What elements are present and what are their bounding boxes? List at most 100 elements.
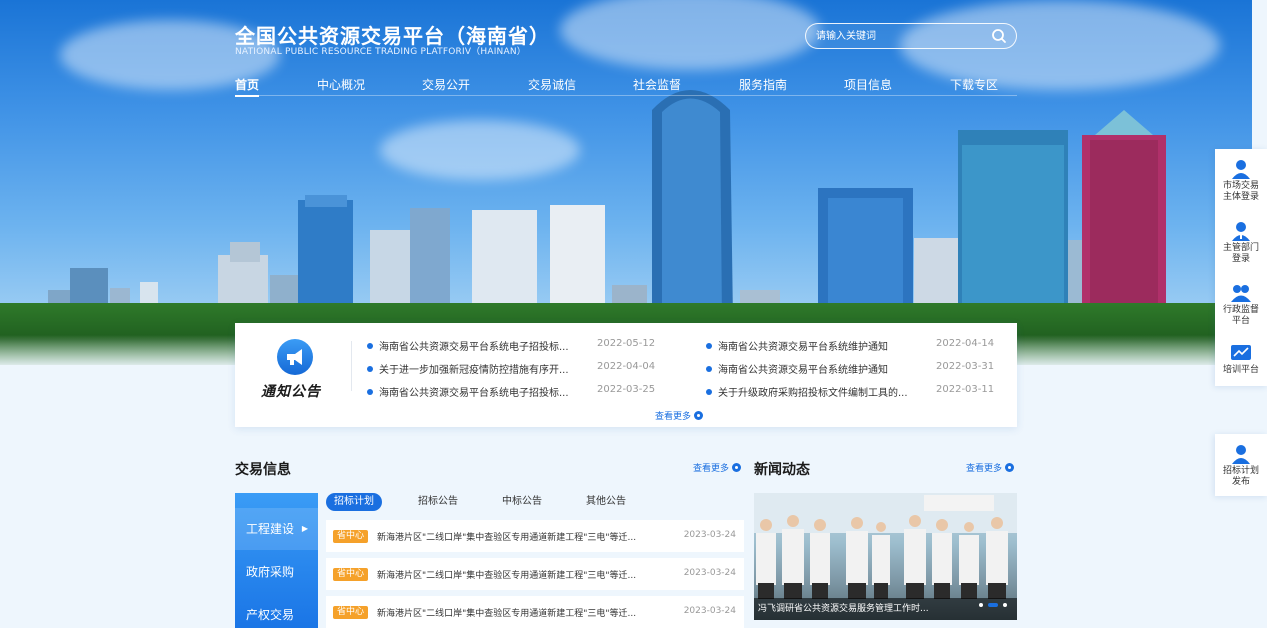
- tab-award-notice[interactable]: 中标公告: [494, 493, 550, 511]
- more-label[interactable]: 查看更多: [693, 464, 729, 474]
- notice-item[interactable]: 海南省公共资源交易平台系统维护通知 2022-04-14: [706, 337, 1006, 355]
- carousel-dot[interactable]: [1003, 603, 1007, 607]
- trade-row[interactable]: 省中心 新海港片区"二线口岸"集中查验区专用通道新建工程"三电"等迁... 20…: [326, 558, 744, 590]
- trade-section-title: 交易信息: [235, 462, 291, 478]
- megaphone-icon: [277, 339, 313, 375]
- float-label: 市场交易: [1222, 181, 1259, 191]
- float-label: 主体登录: [1222, 192, 1259, 202]
- trade-row[interactable]: 省中心 新海港片区"二线口岸"集中查验区专用通道新建工程"三电"等迁... 20…: [326, 596, 744, 628]
- category-engineering[interactable]: 工程建设 ▶: [235, 508, 318, 550]
- supervision-icon: [1231, 285, 1251, 302]
- caret-right-icon: ▶: [301, 524, 308, 533]
- nav-center-overview[interactable]: 中心概况: [317, 76, 365, 93]
- float-label: 行政监督: [1222, 305, 1259, 315]
- nav-trade-public[interactable]: 交易公开: [422, 76, 470, 93]
- arrow-circle-icon: [1005, 463, 1015, 472]
- bullet-icon: [706, 389, 712, 395]
- bullet-icon: [367, 366, 373, 372]
- notice-item-date: 2022-03-25: [597, 384, 656, 395]
- notice-item-text[interactable]: 海南省公共资源交易平台系统电子招投标...: [379, 338, 569, 353]
- carousel-dot-active[interactable]: [988, 603, 998, 607]
- notice-item-text[interactable]: 海南省公共资源交易平台系统维护通知: [718, 361, 888, 376]
- notice-item[interactable]: 海南省公共资源交易平台系统电子招投标... 2022-05-12: [367, 337, 687, 355]
- source-badge: 省中心: [333, 568, 369, 581]
- category-government-procurement[interactable]: 政府采购: [235, 551, 318, 593]
- carousel-dots: [974, 592, 1007, 611]
- notice-item-text[interactable]: 海南省公共资源交易平台系统电子招投标...: [379, 384, 569, 399]
- notice-item-text[interactable]: 关于进一步加强新冠疫情防控措施有序开...: [379, 361, 569, 376]
- more-label[interactable]: 查看更多: [655, 412, 691, 422]
- category-label: 政府采购: [246, 565, 295, 579]
- admin-user-icon: [1232, 222, 1250, 241]
- authority-login[interactable]: 主管部门 登录: [1215, 221, 1267, 265]
- tab-tender-notice[interactable]: 招标公告: [410, 493, 466, 511]
- chart-icon: [1231, 345, 1251, 360]
- category-label: 工程建设: [246, 522, 295, 536]
- main-nav: 首页 中心概况 交易公开 交易诚信 社会监督 服务指南 项目信息 下载专区: [235, 76, 1017, 97]
- bullet-icon: [367, 343, 373, 349]
- float-label: 平台: [1231, 316, 1250, 326]
- trade-row-title[interactable]: 新海港片区"二线口岸"集中查验区专用通道新建工程"三电"等迁...: [377, 606, 636, 619]
- tab-other-notice[interactable]: 其他公告: [578, 493, 634, 511]
- more-label[interactable]: 查看更多: [966, 464, 1002, 474]
- float-label: 培训平台: [1222, 365, 1259, 375]
- site-subtitle: NATIONAL PUBLIC RESOURCE TRADING PLATFOR…: [235, 47, 526, 57]
- nav-service-guide[interactable]: 服务指南: [739, 76, 787, 93]
- float-label: 发布: [1231, 477, 1250, 487]
- notice-item-date: 2022-04-14: [936, 338, 995, 349]
- search-box: [805, 23, 1017, 49]
- nav-project-info[interactable]: 项目信息: [844, 76, 892, 93]
- notice-card: 通知公告 海南省公共资源交易平台系统电子招投标... 2022-05-12 海南…: [235, 323, 1017, 427]
- notice-item-text[interactable]: 海南省公共资源交易平台系统维护通知: [718, 338, 888, 353]
- float-label: 主管部门: [1222, 243, 1259, 253]
- trade-row-date: 2023-03-24: [683, 606, 736, 616]
- bullet-icon: [706, 343, 712, 349]
- nav-home[interactable]: 首页: [235, 76, 260, 97]
- quick-access-panel: 市场交易 主体登录 主管部门 登录 行政监督 平台 培训平台: [1215, 149, 1267, 386]
- bullet-icon: [706, 366, 712, 372]
- trade-row-title[interactable]: 新海港片区"二线口岸"集中查验区专用通道新建工程"三电"等迁...: [377, 568, 636, 581]
- trade-row-title[interactable]: 新海港片区"二线口岸"集中查验区专用通道新建工程"三电"等迁...: [377, 530, 636, 543]
- news-more-link[interactable]: 查看更多: [966, 461, 1015, 474]
- notice-item-date: 2022-04-04: [597, 361, 656, 372]
- notice-more-link[interactable]: 查看更多: [655, 409, 704, 422]
- news-section-title: 新闻动态: [754, 462, 810, 478]
- nav-trade-credit[interactable]: 交易诚信: [528, 76, 576, 93]
- notice-item-date: 2022-03-11: [936, 384, 995, 395]
- user-icon: [1232, 445, 1250, 464]
- notice-item-date: 2022-03-31: [936, 361, 995, 372]
- nav-downloads[interactable]: 下载专区: [950, 76, 998, 93]
- hero-banner: 全国公共资源交易平台（海南省） NATIONAL PUBLIC RESOURCE…: [0, 0, 1252, 365]
- category-property-rights[interactable]: 产权交易: [235, 594, 318, 628]
- tab-tender-plan[interactable]: 招标计划: [326, 493, 382, 511]
- tender-plan-panel: 招标计划 发布: [1215, 434, 1267, 496]
- trade-row[interactable]: 省中心 新海港片区"二线口岸"集中查验区专用通道新建工程"三电"等迁... 20…: [326, 520, 744, 552]
- arrow-circle-icon: [732, 463, 742, 472]
- training-platform[interactable]: 培训平台: [1215, 345, 1267, 376]
- trade-row-date: 2023-03-24: [683, 530, 736, 540]
- nav-social-supervision[interactable]: 社会监督: [633, 76, 681, 93]
- tender-plan-publish[interactable]: 招标计划 发布: [1215, 444, 1267, 488]
- trade-more-link[interactable]: 查看更多: [693, 461, 742, 474]
- arrow-circle-icon: [694, 411, 704, 420]
- carousel-dot[interactable]: [979, 603, 983, 607]
- search-icon[interactable]: [991, 28, 1007, 44]
- news-carousel[interactable]: 冯飞调研省公共资源交易服务管理工作时...: [754, 493, 1017, 620]
- notice-title: 通知公告: [261, 384, 321, 400]
- notice-item-text[interactable]: 关于升级政府采购招投标文件编制工具的...: [718, 384, 908, 399]
- notice-item[interactable]: 海南省公共资源交易平台系统维护通知 2022-03-31: [706, 360, 1006, 378]
- divider: [351, 341, 352, 391]
- trade-row-date: 2023-03-24: [683, 568, 736, 578]
- user-icon: [1232, 160, 1250, 179]
- trade-tabs: 招标计划 招标公告 中标公告 其他公告: [326, 493, 744, 513]
- notice-item[interactable]: 海南省公共资源交易平台系统电子招投标... 2022-03-25: [367, 383, 687, 401]
- category-menu: 工程建设 ▶ 政府采购 产权交易: [235, 493, 318, 628]
- float-label: 招标计划: [1222, 466, 1259, 476]
- bullet-icon: [367, 389, 373, 395]
- search-input[interactable]: [816, 28, 976, 44]
- market-entity-login[interactable]: 市场交易 主体登录: [1215, 159, 1267, 203]
- notice-item-date: 2022-05-12: [597, 338, 656, 349]
- notice-item[interactable]: 关于进一步加强新冠疫情防控措施有序开... 2022-04-04: [367, 360, 687, 378]
- notice-item[interactable]: 关于升级政府采购招投标文件编制工具的... 2022-03-11: [706, 383, 1006, 401]
- admin-supervision-platform[interactable]: 行政监督 平台: [1215, 283, 1267, 327]
